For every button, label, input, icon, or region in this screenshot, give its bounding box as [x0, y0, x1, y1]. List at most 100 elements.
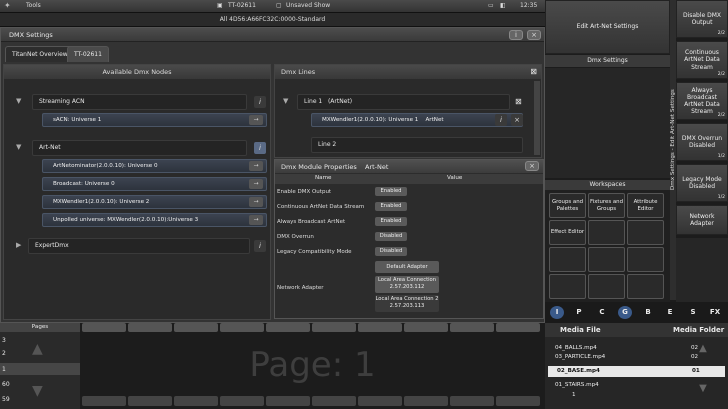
workspaces-grid: Groups and Palettes Fixtures and Groups … [545, 190, 670, 302]
workspace-groups-palettes[interactable]: Groups and Palettes [549, 193, 586, 218]
tools-menu[interactable]: Tools [26, 2, 41, 9]
page-number[interactable]: 3 [2, 337, 6, 344]
status-icon: ▭ [488, 2, 494, 9]
workspace-empty[interactable] [549, 247, 586, 272]
node-group-art-net[interactable]: Art-Net [32, 140, 247, 156]
expand-icon[interactable]: ▼ [16, 97, 21, 105]
close-icon[interactable]: × [527, 30, 541, 40]
add-arrow-icon[interactable]: → [249, 215, 263, 225]
page-tab[interactable] [266, 396, 310, 406]
page-tab[interactable] [404, 396, 448, 406]
media-file[interactable]: 01_STAIRS.mp4 [555, 382, 599, 388]
node-item[interactable]: Unpolled universe: MXWendler(2.0.0.10):U… [42, 213, 267, 227]
network-adapter-button[interactable]: Network Adapter [676, 205, 728, 235]
tab-tt-02611[interactable]: TT-02611 [67, 46, 109, 62]
page-number[interactable]: 2 [2, 350, 6, 357]
pages-header: Pages [0, 323, 80, 332]
page-tab[interactable] [174, 396, 218, 406]
workspace-attribute-editor[interactable]: Attribute Editor [627, 193, 664, 218]
workspace-empty[interactable] [588, 247, 625, 272]
media-row-selected[interactable]: 02_BASE.mp4 01 [548, 366, 725, 377]
dmx-module-properties: Dmx Module Properties Art-Net × Name Val… [274, 159, 544, 319]
button-label: Continuous ArtNet Data Stream [684, 49, 720, 71]
node-item[interactable]: MXWendler1(2.0.0.10): Universe 2 → [42, 195, 267, 209]
add-arrow-icon[interactable]: → [249, 161, 263, 171]
workspace-empty[interactable] [627, 247, 664, 272]
info-icon[interactable]: i [495, 114, 507, 126]
workspace-effect-editor[interactable]: Effect Editor [549, 220, 586, 245]
adapter-option-selected[interactable]: Local Area Connection 2 2.57.203.113 [375, 295, 439, 312]
workspace-empty[interactable] [588, 274, 625, 299]
add-arrow-icon[interactable]: → [249, 197, 263, 207]
workspace-empty[interactable] [627, 220, 664, 245]
dmx-line-2[interactable]: Line 2 [311, 137, 523, 153]
page-tab[interactable] [450, 396, 494, 406]
workspace-empty[interactable] [588, 220, 625, 245]
letter-button-b[interactable]: B [641, 306, 655, 319]
workspace-fixtures-groups[interactable]: Fixtures and Groups [588, 193, 625, 218]
media-file[interactable]: 03_PARTICLE.mp4 [555, 354, 605, 360]
letter-button-e[interactable]: E [663, 306, 677, 319]
info-icon[interactable]: i [509, 30, 523, 40]
page-tab[interactable] [358, 396, 402, 406]
add-arrow-icon[interactable]: → [249, 115, 263, 125]
prop-value-button[interactable]: Disabled [375, 232, 407, 241]
remove-line-icon[interactable]: ⊠ [515, 97, 522, 106]
letter-button-p[interactable]: P [572, 306, 586, 319]
letter-button-i[interactable]: I [550, 306, 564, 319]
workspace-empty[interactable] [627, 274, 664, 299]
node-item[interactable]: sACN: Universe 1 → [42, 113, 267, 127]
prop-value-button[interactable]: Enabled [375, 217, 407, 226]
node-item[interactable]: Broadcast: Universe 0 → [42, 177, 267, 191]
scroll-up-icon[interactable]: ▲ [683, 343, 723, 363]
media-file[interactable]: 04_BALLS.mp4 [555, 345, 597, 351]
close-icon[interactable]: × [525, 161, 539, 171]
line-item[interactable]: MXWendler1(2.0.0.10): Universe 1 ArtNet [311, 113, 523, 127]
scrollbar[interactable] [534, 81, 540, 155]
letter-button-g[interactable]: G [618, 306, 632, 319]
continuous-artnet-button[interactable]: Continuous ArtNet Data Stream 2/2 [676, 41, 728, 79]
prop-value-button[interactable]: Enabled [375, 202, 407, 211]
info-icon[interactable]: i [254, 142, 266, 154]
letter-button-c[interactable]: C [595, 306, 609, 319]
page-number[interactable]: 59 [2, 396, 10, 403]
disable-dmx-output-button[interactable]: Disable DMX Output 2/2 [676, 0, 728, 38]
page-number[interactable]: 60 [2, 381, 10, 388]
prop-value-button[interactable]: Disabled [375, 247, 407, 256]
expand-icon[interactable]: ▼ [16, 143, 21, 151]
clear-lines-icon[interactable]: ⊠ [530, 67, 537, 76]
letter-button-fx[interactable]: FX [708, 306, 722, 319]
edit-artnet-settings-button[interactable]: Edit Art-Net Settings [545, 0, 670, 54]
legacy-mode-button[interactable]: Legacy Mode Disabled 1/2 [676, 164, 728, 202]
dmx-overrun-button[interactable]: DMX Overrun Disabled 1/2 [676, 123, 728, 161]
default-adapter-button[interactable]: Default Adapter [375, 261, 439, 273]
scroll-up-icon[interactable]: ▲ [32, 341, 43, 357]
add-arrow-icon[interactable]: → [249, 179, 263, 189]
prop-value-button[interactable]: Enabled [375, 187, 407, 196]
line-item-label: MXWendler1(2.0.0.10): Universe 1 [322, 117, 419, 123]
remove-icon[interactable]: × [511, 114, 523, 126]
workspace-empty[interactable] [549, 274, 586, 299]
page-tab[interactable] [82, 396, 126, 406]
letter-button-s[interactable]: S [686, 306, 700, 319]
node-item[interactable]: ArtNetominator(2.0.0.10): Universe 0 → [42, 159, 267, 173]
page-tab[interactable] [496, 396, 540, 406]
page-tab[interactable] [312, 396, 356, 406]
info-icon[interactable]: i [254, 96, 266, 108]
tab-titannet-overview[interactable]: TitanNet Overview [5, 46, 75, 62]
node-group-streaming-acn[interactable]: Streaming ACN [32, 94, 247, 110]
prop-name: DMX Overrun [277, 234, 314, 240]
dmx-line-1[interactable]: Line 1 (ArtNet) [297, 94, 510, 110]
collapse-icon[interactable]: ▶ [16, 241, 21, 249]
adapter-option[interactable]: Local Area Connection 2.57.203.112 [375, 276, 439, 293]
page-tab[interactable] [220, 396, 264, 406]
node-group-expertdmx[interactable]: ExpertDmx [28, 238, 250, 254]
always-broadcast-button[interactable]: Always Broadcast ArtNet Data Stream 2/2 [676, 82, 728, 120]
prop-name: Enable DMX Output [277, 189, 332, 195]
page-tab[interactable] [128, 396, 172, 406]
scroll-down-icon[interactable]: ▼ [683, 383, 723, 403]
expand-icon[interactable]: ▼ [283, 97, 288, 105]
info-icon[interactable]: i [254, 240, 266, 252]
scroll-down-icon[interactable]: ▼ [32, 383, 43, 399]
button-label: Legacy Mode Disabled [682, 175, 722, 190]
